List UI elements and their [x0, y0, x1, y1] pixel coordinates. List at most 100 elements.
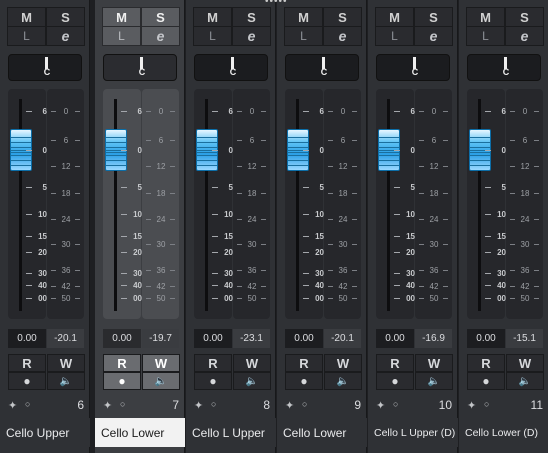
peak-readout[interactable]: -15.1 — [506, 329, 543, 348]
pan-control[interactable]: C — [376, 54, 450, 81]
record-enable-icon[interactable]: ● — [285, 372, 323, 390]
listen-button[interactable]: L — [466, 26, 505, 46]
pan-control[interactable]: C — [8, 54, 82, 81]
volume-fader[interactable]: 6 0 5 10 15 20 30 40 00 — [103, 89, 142, 319]
fader-scale-label: 6 — [319, 107, 324, 116]
record-enable-icon[interactable]: ● — [103, 372, 141, 390]
volume-readout[interactable]: 0.00 — [285, 329, 323, 348]
read-automation-button[interactable]: R — [376, 354, 414, 372]
volume-fader[interactable]: 6 0 5 10 15 20 30 40 00 — [194, 89, 233, 319]
read-automation-button[interactable]: R — [285, 354, 323, 372]
channel-strip[interactable]: M S Le C 6 0 5 10 15 20 30 40 00 0 6 12 18 24 30 36 42 50 0.00… — [277, 0, 367, 453]
volume-fader[interactable]: 6 0 5 10 15 20 30 40 00 — [8, 89, 47, 319]
read-automation-button[interactable]: R — [103, 354, 141, 372]
meter-scale-label: 24 — [338, 215, 348, 224]
edit-channel-button[interactable]: e — [46, 26, 85, 46]
input-icon[interactable]: ○ — [302, 399, 307, 409]
pan-control[interactable]: C — [103, 54, 177, 81]
meter-scale-tick — [75, 193, 80, 194]
monitor-speaker-icon[interactable]: 🔈 — [142, 372, 180, 390]
write-automation-button[interactable]: W — [233, 354, 271, 372]
edit-channel-button[interactable]: e — [505, 26, 544, 46]
pan-control[interactable]: C — [467, 54, 541, 81]
write-automation-button[interactable]: W — [415, 354, 453, 372]
routing-icon[interactable]: ✦ — [285, 399, 294, 412]
peak-readout[interactable]: -20.1 — [324, 329, 361, 348]
edit-channel-button[interactable]: e — [323, 26, 362, 46]
solo-button[interactable]: S — [323, 7, 362, 27]
volume-fader[interactable]: 6 0 5 10 15 20 30 40 00 — [285, 89, 324, 319]
write-automation-button[interactable]: W — [506, 354, 544, 372]
listen-button[interactable]: L — [7, 26, 46, 46]
input-icon[interactable]: ○ — [211, 399, 216, 409]
peak-readout[interactable]: -16.9 — [415, 329, 452, 348]
record-enable-icon[interactable]: ● — [194, 372, 232, 390]
peak-readout[interactable]: -23.1 — [233, 329, 270, 348]
edit-channel-button[interactable]: e — [141, 26, 180, 46]
write-automation-button[interactable]: W — [324, 354, 362, 372]
edit-channel-button[interactable]: e — [232, 26, 271, 46]
read-automation-button[interactable]: R — [467, 354, 505, 372]
listen-button[interactable]: L — [102, 26, 141, 46]
pan-control[interactable]: C — [285, 54, 359, 81]
routing-icon[interactable]: ✦ — [467, 399, 476, 412]
channel-strip[interactable]: M S Le C 6 0 5 10 15 20 30 40 00 0 6 12 18 24 30 36 42 50 0.00… — [368, 0, 458, 453]
listen-button[interactable]: L — [193, 26, 232, 46]
channel-strip[interactable]: M S Le C 6 0 5 10 15 20 30 40 00 0 6 12 18 24 30 36 42 50 0.00… — [186, 0, 276, 453]
solo-button[interactable]: S — [141, 7, 180, 27]
peak-readout[interactable]: -19.7 — [142, 329, 179, 348]
solo-button[interactable]: S — [414, 7, 453, 27]
write-automation-button[interactable]: W — [142, 354, 180, 372]
monitor-speaker-icon[interactable]: 🔈 — [47, 372, 85, 390]
input-icon[interactable]: ○ — [120, 399, 125, 409]
channel-name[interactable]: Cello L Upper (D) — [368, 418, 458, 447]
volume-readout[interactable]: 0.00 — [103, 329, 141, 348]
volume-readout[interactable]: 0.00 — [8, 329, 46, 348]
resize-handle[interactable]: ••••• — [265, 0, 289, 7]
write-automation-button[interactable]: W — [47, 354, 85, 372]
monitor-speaker-icon[interactable]: 🔈 — [415, 372, 453, 390]
peak-readout[interactable]: -20.1 — [47, 329, 84, 348]
channel-strip[interactable]: M S Le C 6 0 5 10 15 20 30 40 00 0 6 12 18 24 30 36 42 50 0.00… — [95, 0, 185, 453]
input-icon[interactable]: ○ — [25, 399, 30, 409]
channel-strip[interactable]: M S Le C 6 0 5 10 15 20 30 40 00 0 6 12 18 24 30 36 42 50 0.00… — [459, 0, 548, 453]
mute-button[interactable]: M — [284, 7, 323, 27]
volume-readout[interactable]: 0.00 — [467, 329, 505, 348]
pan-control[interactable]: C — [194, 54, 268, 81]
channel-name[interactable]: Cello Lower (D) — [459, 418, 548, 447]
routing-icon[interactable]: ✦ — [194, 399, 203, 412]
mute-button[interactable]: M — [375, 7, 414, 27]
solo-button[interactable]: S — [505, 7, 544, 27]
channel-name[interactable]: Cello Lower — [95, 418, 185, 447]
channel-name[interactable]: Cello Lower — [277, 418, 367, 447]
routing-icon[interactable]: ✦ — [376, 399, 385, 412]
record-enable-icon[interactable]: ● — [467, 372, 505, 390]
input-icon[interactable]: ○ — [484, 399, 489, 409]
volume-readout[interactable]: 0.00 — [376, 329, 414, 348]
monitor-speaker-icon[interactable]: 🔈 — [506, 372, 544, 390]
volume-readout[interactable]: 0.00 — [194, 329, 232, 348]
channel-strip[interactable]: M S Le C 6 0 5 10 15 20 30 40 00 0 6 12 18 24 30 36 42 50 0.00… — [0, 0, 90, 453]
read-automation-button[interactable]: R — [8, 354, 46, 372]
listen-button[interactable]: L — [284, 26, 323, 46]
record-enable-icon[interactable]: ● — [376, 372, 414, 390]
solo-button[interactable]: S — [46, 7, 85, 27]
volume-fader[interactable]: 6 0 5 10 15 20 30 40 00 — [376, 89, 415, 319]
mute-button[interactable]: M — [193, 7, 232, 27]
volume-fader[interactable]: 6 0 5 10 15 20 30 40 00 — [467, 89, 506, 319]
monitor-speaker-icon[interactable]: 🔈 — [233, 372, 271, 390]
routing-icon[interactable]: ✦ — [103, 399, 112, 412]
monitor-speaker-icon[interactable]: 🔈 — [324, 372, 362, 390]
edit-channel-button[interactable]: e — [414, 26, 453, 46]
mute-button[interactable]: M — [466, 7, 505, 27]
mute-button[interactable]: M — [7, 7, 46, 27]
input-icon[interactable]: ○ — [393, 399, 398, 409]
listen-button[interactable]: L — [375, 26, 414, 46]
record-enable-icon[interactable]: ● — [8, 372, 46, 390]
mute-button[interactable]: M — [102, 7, 141, 27]
routing-icon[interactable]: ✦ — [8, 399, 17, 412]
channel-name[interactable]: Cello L Upper — [186, 418, 276, 447]
read-automation-button[interactable]: R — [194, 354, 232, 372]
channel-name[interactable]: Cello Upper — [0, 418, 90, 447]
solo-button[interactable]: S — [232, 7, 271, 27]
